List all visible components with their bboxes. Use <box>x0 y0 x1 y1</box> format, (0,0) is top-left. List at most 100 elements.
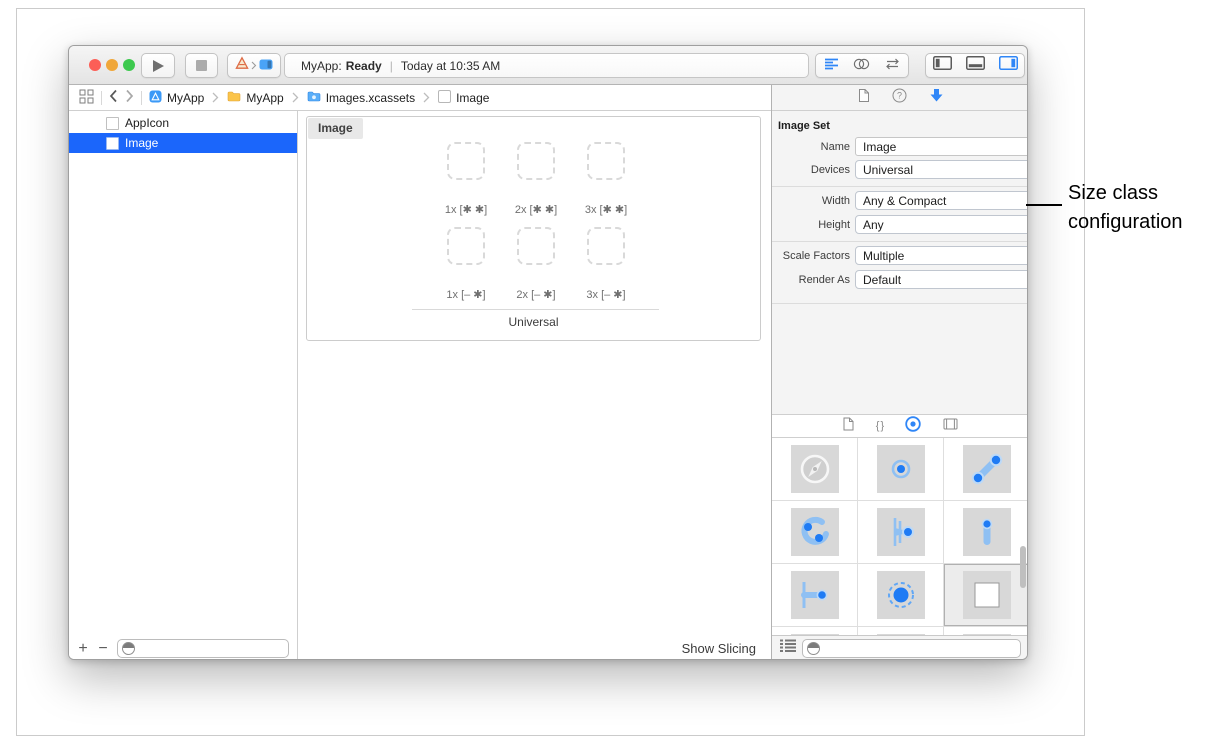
media-item-compass[interactable] <box>772 438 858 501</box>
funnel-dot-image <box>877 508 925 556</box>
scale-factors-row: Scale Factors Multiple <box>772 246 1028 265</box>
file-template-library-icon[interactable] <box>843 417 854 436</box>
utilities-panel: ? Image Set Name Image Devices Universal <box>771 85 1028 660</box>
image-slot-2x-compact-any[interactable] <box>517 227 555 265</box>
help-inspector-icon[interactable]: ? <box>892 88 907 108</box>
image-slot-2x-any-any[interactable] <box>517 142 555 180</box>
breadcrumb-item-project[interactable]: MyApp <box>149 90 204 106</box>
height-popup[interactable]: Any <box>855 215 1028 234</box>
slot-label: 3x [– ✱] <box>568 288 644 301</box>
media-item-white-square[interactable] <box>944 564 1028 627</box>
run-button[interactable] <box>141 53 175 78</box>
asset-list-item-image[interactable]: Image <box>69 133 297 153</box>
device-icon <box>259 57 273 75</box>
breadcrumb-label: Image <box>456 91 489 105</box>
minimize-button[interactable] <box>106 59 118 71</box>
back-button[interactable] <box>109 89 118 106</box>
image-set-group: Image 1x [✱ ✱] 2x [✱ ✱] 3x [✱ ✱] 1x [– ✱… <box>306 116 761 341</box>
media-item-funnel-dot[interactable] <box>858 501 944 564</box>
callout-text-line1: Size class <box>1068 179 1183 208</box>
stop-button[interactable] <box>185 53 218 78</box>
snippet-library-icon[interactable]: { } <box>876 420 883 432</box>
breadcrumb-separator-icon <box>212 92 219 103</box>
debug-panel-button[interactable] <box>966 56 985 75</box>
field-label: Render As <box>772 274 850 286</box>
width-row: Width Any & Compact <box>772 191 1028 210</box>
media-item-pin[interactable] <box>944 501 1028 564</box>
divider <box>772 303 1028 304</box>
callout-text-line2: configuration <box>1068 208 1183 237</box>
media-item-dumbbell[interactable] <box>944 438 1028 501</box>
status-divider: | <box>390 59 393 73</box>
popup-value: Default <box>863 273 901 287</box>
filter-icon <box>122 642 135 655</box>
stop-icon <box>196 60 207 71</box>
pin-image <box>963 508 1011 556</box>
filter-icon <box>807 642 820 655</box>
forward-button[interactable] <box>125 89 134 106</box>
zoom-button[interactable] <box>123 59 135 71</box>
version-editor-button[interactable] <box>884 57 901 75</box>
asset-catalog-icon <box>307 90 321 105</box>
remove-button[interactable]: − <box>93 640 113 658</box>
play-icon <box>153 60 164 72</box>
navigator-bottom-bar: + − <box>69 636 298 660</box>
devices-popup[interactable]: Universal <box>855 160 1028 179</box>
divider <box>412 309 659 310</box>
media-item-target-dot[interactable] <box>858 438 944 501</box>
media-item-partial[interactable] <box>772 627 858 635</box>
list-view-icon[interactable] <box>780 639 796 658</box>
standard-editor-button[interactable] <box>824 57 839 75</box>
media-item-dashed-circle[interactable] <box>858 564 944 627</box>
image-slot-3x-compact-any[interactable] <box>587 227 625 265</box>
image-set-icon <box>438 90 451 106</box>
image-slot-3x-any-any[interactable] <box>587 142 625 180</box>
dumbbell-image <box>963 445 1011 493</box>
field-label: Devices <box>772 164 850 176</box>
project-icon <box>149 90 162 106</box>
inspector-tab-bar: ? <box>772 85 1028 111</box>
scale-factors-popup[interactable]: Multiple <box>855 246 1028 265</box>
close-button[interactable] <box>89 59 101 71</box>
media-item-swirl[interactable] <box>772 501 858 564</box>
callout-text: Size class configuration <box>1068 179 1183 237</box>
image-slot-1x-any-any[interactable] <box>447 142 485 180</box>
add-button[interactable]: + <box>73 640 93 658</box>
inspector-panel-button[interactable] <box>999 56 1018 75</box>
slot-label: 1x [– ✱] <box>428 288 504 301</box>
assistant-editor-button[interactable] <box>853 57 870 75</box>
file-inspector-icon[interactable] <box>858 88 870 108</box>
media-item-line-dot[interactable] <box>772 564 858 627</box>
render-as-popup[interactable]: Default <box>855 270 1028 289</box>
field-label: Width <box>772 195 850 207</box>
asset-list-item-appicon[interactable]: AppIcon <box>69 113 297 133</box>
image-set-icon <box>106 137 119 150</box>
related-items-icon[interactable] <box>79 89 94 107</box>
quick-help-inspector-icon[interactable] <box>929 88 944 108</box>
slot-label: 2x [✱ ✱] <box>498 203 574 216</box>
media-item-partial[interactable] <box>858 627 944 635</box>
width-popup[interactable]: Any & Compact <box>855 191 1028 210</box>
devices-row: Devices Universal <box>772 160 1028 179</box>
breadcrumb-item-asset-catalog[interactable]: Images.xcassets <box>307 90 415 105</box>
library-filter-input[interactable] <box>802 639 1021 658</box>
breadcrumb-item-image-set[interactable]: Image <box>438 90 489 106</box>
media-library-icon[interactable] <box>943 417 958 435</box>
media-item-partial[interactable] <box>944 627 1028 635</box>
field-label: Height <box>772 219 850 231</box>
callout-line <box>1026 204 1062 206</box>
asset-item-label: Image <box>125 136 158 150</box>
scrollbar-thumb[interactable] <box>1020 546 1026 588</box>
object-library-icon[interactable] <box>905 416 921 437</box>
name-field[interactable]: Image <box>855 137 1028 156</box>
show-slicing-button[interactable]: Show Slicing <box>682 641 756 656</box>
navigator-panel-button[interactable] <box>933 56 952 75</box>
popup-value: Any & Compact <box>863 194 946 208</box>
image-slot-1x-compact-any[interactable] <box>447 227 485 265</box>
asset-filter-input[interactable] <box>117 639 289 658</box>
breadcrumb-separator-icon <box>292 92 299 103</box>
scheme-selector[interactable] <box>227 53 281 78</box>
breadcrumb-item-group[interactable]: MyApp <box>227 90 283 105</box>
slot-label: 2x [– ✱] <box>498 288 574 301</box>
asset-navigator: AppIcon Image <box>69 111 298 636</box>
